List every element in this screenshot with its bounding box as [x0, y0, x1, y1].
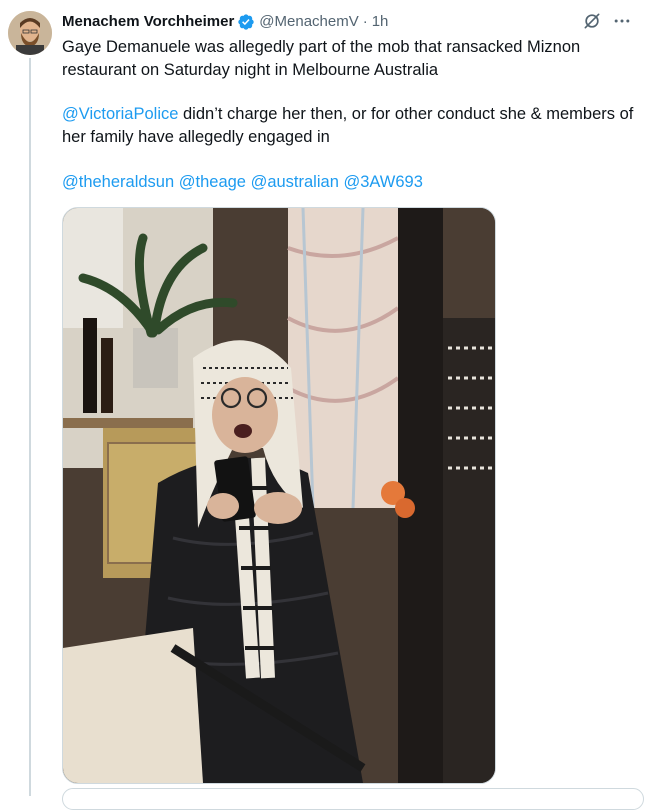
tweet-photo[interactable] [62, 207, 496, 784]
grok-icon[interactable] [582, 11, 602, 31]
photo-image [63, 208, 495, 783]
timestamp[interactable]: 1h [372, 12, 389, 32]
next-tweet-card [62, 788, 644, 810]
author-handle[interactable]: @MenachemV [259, 12, 358, 32]
thread-line [29, 58, 31, 796]
verified-badge-icon [238, 14, 254, 30]
separator-dot: · [362, 13, 368, 30]
tweet-paragraph-2: @VictoriaPolice didn’t charge her then, … [62, 103, 647, 148]
tweet-paragraph-1: Gaye Demanuele was allegedly part of the… [62, 38, 581, 79]
tweet-paragraph-3: @theheraldsun @theage @australian @3AW69… [62, 171, 647, 194]
mention-australian[interactable]: @australian [251, 173, 339, 191]
mention-3aw693[interactable]: @3AW693 [343, 173, 422, 191]
mention-theheraldsun[interactable]: @theheraldsun [62, 173, 174, 191]
mention-victoriapolice[interactable]: @VictoriaPolice [62, 105, 178, 123]
author-name[interactable]: Menachem Vorchheimer [62, 12, 234, 32]
mention-theage[interactable]: @theage [179, 173, 246, 191]
header-actions [582, 11, 632, 31]
tweet-header: Menachem Vorchheimer @MenachemV · 1h [62, 11, 632, 33]
author-avatar[interactable] [8, 11, 52, 55]
avatar-image [8, 11, 52, 55]
more-icon[interactable] [612, 11, 632, 31]
